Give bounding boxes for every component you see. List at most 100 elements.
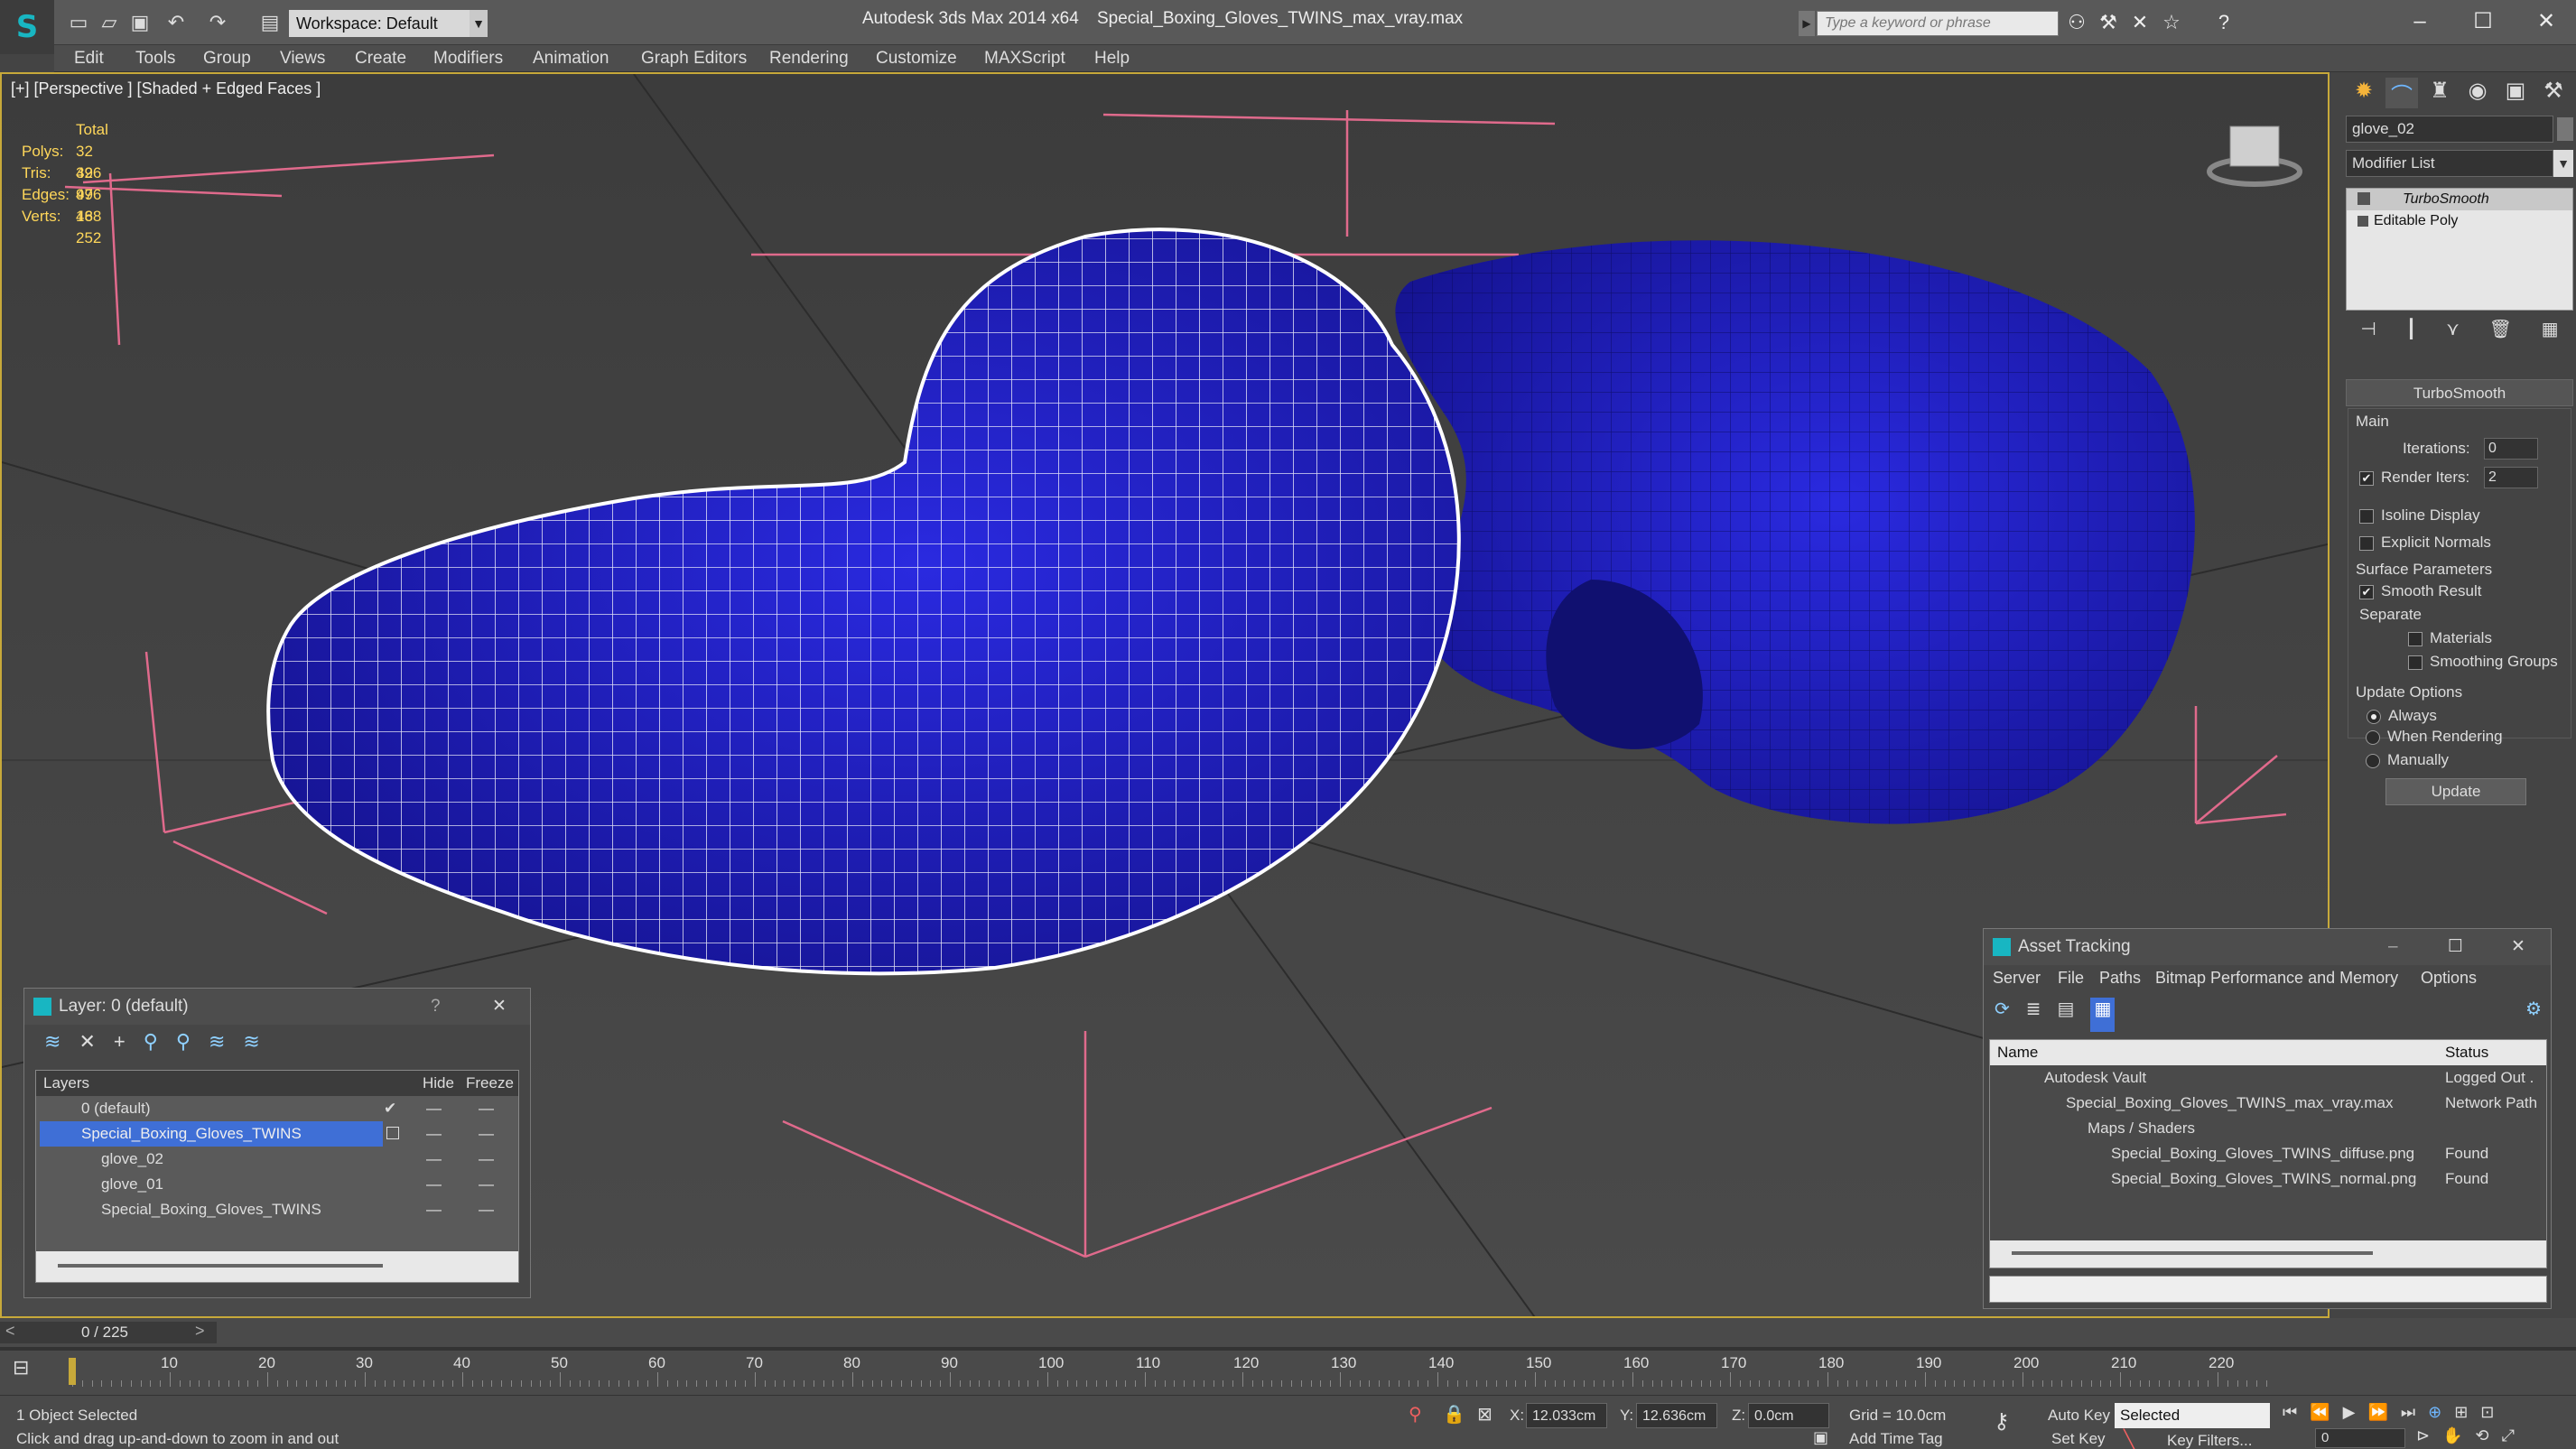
show-end-result-icon[interactable]: ┃ <box>2405 318 2416 347</box>
layer-row[interactable]: 0 (default) ✔ — — <box>36 1096 518 1121</box>
z-coordinate-field[interactable]: 0.0cm <box>1748 1403 1829 1428</box>
materials-row[interactable]: Materials <box>2408 629 2492 647</box>
lightbulb-icon[interactable] <box>2357 192 2370 205</box>
asset-row[interactable]: Special_Boxing_Gloves_TWINS_normal.png Fo… <box>1990 1166 2546 1192</box>
asset-row[interactable]: Special_Boxing_Gloves_TWINS_diffuse.png F… <box>1990 1141 2546 1166</box>
help-icon[interactable]: ? <box>2210 9 2237 36</box>
remove-modifier-icon[interactable]: 🗑 <box>2489 318 2512 347</box>
pan-icon[interactable]: ✋ <box>2442 1426 2462 1448</box>
maximize-viewport-icon[interactable]: ⤢ <box>2502 1426 2515 1448</box>
explicit-normals-checkbox[interactable] <box>2359 535 2374 551</box>
active-layer-check-icon[interactable]: ✔ <box>384 1096 396 1121</box>
asset-menu-file[interactable]: File <box>2058 969 2084 988</box>
add-to-layer-icon[interactable]: + <box>114 1030 126 1064</box>
zoom-icon[interactable]: ⊕ <box>2428 1403 2441 1425</box>
refresh-icon[interactable]: ⟳ <box>1995 998 2010 1032</box>
go-to-end-icon[interactable]: ⏭ <box>2401 1403 2415 1425</box>
smoothing-groups-checkbox[interactable] <box>2408 655 2423 670</box>
menu-graph-editors[interactable]: Graph Editors <box>641 49 747 69</box>
render-iters-checkbox[interactable]: ✔ <box>2359 470 2374 486</box>
utilities-tab-icon[interactable]: ⚒ <box>2537 78 2570 108</box>
layer-row[interactable]: Special_Boxing_Gloves_TWINS — — <box>36 1197 518 1222</box>
layer-checkbox[interactable] <box>386 1127 399 1139</box>
explicit-normals-row[interactable]: Explicit Normals <box>2359 534 2491 552</box>
maximize-icon[interactable]: ☐ <box>2456 4 2510 40</box>
always-radio[interactable] <box>2367 709 2381 724</box>
pin-stack-icon[interactable]: ⊣ <box>2360 318 2376 347</box>
freeze-toggle[interactable]: — <box>479 1197 494 1222</box>
motion-tab-icon[interactable]: ◉ <box>2461 78 2494 108</box>
freeze-toggle[interactable]: — <box>479 1147 494 1172</box>
expand-icon[interactable] <box>2357 216 2368 227</box>
select-objects-icon[interactable]: ⚲ <box>144 1030 158 1064</box>
binoculars-icon[interactable]: ⚇ <box>2063 9 2090 36</box>
time-slider[interactable]: < 0 / 225 > <box>0 1322 217 1343</box>
zoom-extents-icon[interactable]: ⊡ <box>2480 1403 2494 1425</box>
asset-minimize-icon[interactable]: – <box>2388 929 2398 965</box>
y-coordinate-field[interactable]: 12.636cm <box>1636 1403 1717 1428</box>
menu-edit[interactable]: Edit <box>74 49 104 69</box>
configure-sets-icon[interactable]: ▦ <box>2542 318 2559 347</box>
favorites-icon[interactable]: ☆ <box>2158 9 2185 36</box>
hide-toggle[interactable]: — <box>426 1197 442 1222</box>
key-filters-button[interactable]: Key Filters... <box>2167 1432 2252 1449</box>
timeline-ruler[interactable]: 10 20 30 40 50 60 70 80 90 100 110 120 130 140 150 160 1… <box>0 1351 2576 1396</box>
app-logo[interactable]: S <box>0 0 54 54</box>
set-key-button[interactable]: Set Key <box>2051 1430 2106 1448</box>
key-icon[interactable]: ⚷ <box>1994 1408 2010 1435</box>
next-frame-icon[interactable]: > <box>195 1322 205 1341</box>
modifier-list-dropdown[interactable]: Modifier List <box>2346 150 2553 177</box>
previous-key-icon[interactable]: ⏪ <box>2310 1403 2330 1425</box>
smoothing-groups-row[interactable]: Smoothing Groups <box>2408 653 2558 671</box>
freeze-toggle[interactable]: — <box>479 1121 494 1147</box>
freeze-all-icon[interactable]: ≋ <box>243 1030 259 1064</box>
asset-menu-paths[interactable]: Paths <box>2099 969 2141 988</box>
auto-key-button[interactable]: Auto Key <box>2048 1407 2110 1425</box>
when-rendering-row[interactable]: When Rendering <box>2366 728 2503 746</box>
col-name[interactable]: Name <box>1997 1040 2038 1065</box>
play-icon[interactable]: ▶ <box>2343 1403 2356 1425</box>
render-iters-row[interactable]: ✔ Render Iters: <box>2359 469 2469 487</box>
go-to-start-icon[interactable]: ⏮ <box>2283 1403 2297 1425</box>
asset-maximize-icon[interactable]: ☐ <box>2448 929 2463 965</box>
isoline-row[interactable]: Isoline Display <box>2359 506 2480 525</box>
when-rendering-radio[interactable] <box>2366 729 2380 745</box>
menu-group[interactable]: Group <box>203 49 251 69</box>
layer-help-icon[interactable]: ? <box>431 989 441 1025</box>
layer-dialog-titlebar[interactable]: Layer: 0 (default) ? ✕ <box>24 989 530 1025</box>
set-key-mode-icon[interactable]: ╲ <box>2124 1428 2134 1449</box>
smooth-result-row[interactable]: ✔ Smooth Result <box>2359 582 2482 600</box>
col-hide[interactable]: Hide <box>423 1071 454 1096</box>
asset-close-icon[interactable]: ✕ <box>2511 929 2525 965</box>
zoom-all-icon[interactable]: ⊞ <box>2454 1403 2468 1425</box>
asset-scrollbar[interactable] <box>1990 1240 2546 1268</box>
highlight-layer-icon[interactable]: ⚲ <box>176 1030 191 1064</box>
asset-menu-options[interactable]: Options <box>2421 969 2477 988</box>
asset-row[interactable]: Autodesk Vault Logged Out . <box>1990 1065 2546 1091</box>
workspace-chevron-icon[interactable]: ▼ <box>470 10 488 37</box>
hide-toggle[interactable]: — <box>426 1147 442 1172</box>
new-file-icon[interactable]: ▭ <box>65 9 92 36</box>
communication-icon[interactable]: ✕ <box>2126 9 2153 36</box>
workspace-dropdown[interactable]: Workspace: Default <box>289 10 470 37</box>
new-layer-icon[interactable]: ≋ <box>44 1030 60 1064</box>
display-tab-icon[interactable]: ▣ <box>2499 78 2532 108</box>
menu-customize[interactable]: Customize <box>876 49 957 69</box>
object-name-field[interactable]: glove_02 <box>2346 116 2553 143</box>
asset-dialog-titlebar[interactable]: Asset Tracking – ☐ ✕ <box>1984 929 2551 965</box>
iterations-spinner[interactable]: 0 <box>2484 438 2538 460</box>
smooth-result-checkbox[interactable]: ✔ <box>2359 584 2374 599</box>
col-layers[interactable]: Layers <box>43 1071 89 1096</box>
hide-toggle[interactable]: — <box>426 1096 442 1121</box>
layer-close-icon[interactable]: ✕ <box>492 989 507 1025</box>
turbosmooth-rollout-header[interactable]: TurboSmooth <box>2346 379 2573 406</box>
isoline-checkbox[interactable] <box>2359 508 2374 524</box>
freeze-toggle[interactable]: — <box>479 1096 494 1121</box>
col-freeze[interactable]: Freeze <box>466 1071 514 1096</box>
add-time-tag[interactable]: Add Time Tag <box>1849 1430 1943 1448</box>
search-input[interactable]: Type a keyword or phrase <box>1817 11 2059 36</box>
undo-icon[interactable]: ↶ <box>163 9 190 36</box>
field-of-view-icon[interactable]: ⊳ <box>2416 1426 2430 1448</box>
tree-view-icon[interactable]: ▤ <box>2058 998 2075 1032</box>
menu-rendering[interactable]: Rendering <box>769 49 849 69</box>
